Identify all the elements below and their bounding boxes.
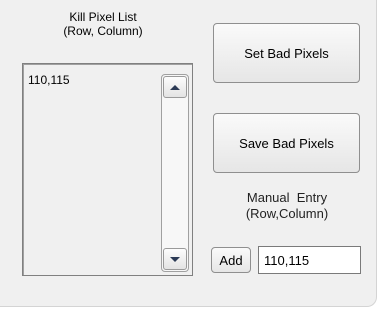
kill-pixel-list-title-line1: Kill Pixel List xyxy=(69,10,137,24)
list-item[interactable]: 110,115 xyxy=(28,73,70,87)
manual-entry-label-line1: Manual Entry xyxy=(246,190,328,205)
manual-entry-input[interactable] xyxy=(258,246,361,274)
bad-pixel-panel: Kill Pixel List (Row, Column) 110,115 Se… xyxy=(0,0,377,307)
add-button[interactable]: Add xyxy=(211,247,251,273)
kill-pixel-list-title: Kill Pixel List (Row, Column) xyxy=(24,10,182,38)
kill-pixel-list-title-line2: (Row, Column) xyxy=(63,24,143,38)
kill-pixel-listbox[interactable]: 110,115 xyxy=(22,63,193,276)
scroll-up-button[interactable] xyxy=(163,76,187,98)
manual-entry-label-line2: (Row,Column) xyxy=(245,206,329,221)
set-bad-pixels-button[interactable]: Set Bad Pixels xyxy=(213,23,360,83)
save-bad-pixels-button[interactable]: Save Bad Pixels xyxy=(213,113,360,173)
listbox-scrollbar[interactable] xyxy=(161,74,189,272)
manual-entry-label: Manual Entry (Row,Column) xyxy=(210,190,364,222)
triangle-down-icon xyxy=(170,256,180,262)
triangle-up-icon xyxy=(170,84,180,90)
scroll-down-button[interactable] xyxy=(163,248,187,270)
